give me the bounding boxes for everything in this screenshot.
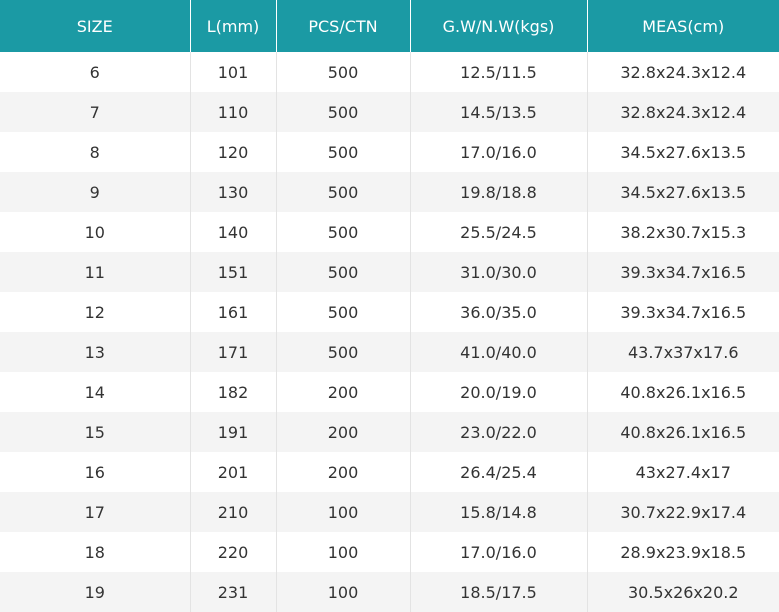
cell-weight: 14.5/13.5 <box>410 92 588 132</box>
cell-measurement: 39.3x34.7x16.5 <box>587 292 779 332</box>
cell-size: 10 <box>0 212 191 252</box>
cell-length: 130 <box>190 172 277 212</box>
cell-size: 9 <box>0 172 191 212</box>
table-row: 8 120 500 17.0/16.0 34.5x27.6x13.5 <box>0 132 779 172</box>
cell-size: 19 <box>0 572 191 612</box>
cell-pcs-per-carton: 500 <box>276 292 411 332</box>
table-row: 13 171 500 41.0/40.0 43.7x37x17.6 <box>0 332 779 372</box>
cell-pcs-per-carton: 500 <box>276 252 411 292</box>
cell-length: 140 <box>190 212 277 252</box>
cell-size: 8 <box>0 132 191 172</box>
header-size: SIZE <box>0 0 191 52</box>
cell-measurement: 43.7x37x17.6 <box>587 332 779 372</box>
cell-length: 120 <box>190 132 277 172</box>
cell-length: 101 <box>190 52 277 92</box>
cell-pcs-per-carton: 500 <box>276 132 411 172</box>
table-row: 16 201 200 26.4/25.4 43x27.4x17 <box>0 452 779 492</box>
cell-weight: 18.5/17.5 <box>410 572 588 612</box>
cell-length: 201 <box>190 452 277 492</box>
table-row: 12 161 500 36.0/35.0 39.3x34.7x16.5 <box>0 292 779 332</box>
cell-measurement: 40.8x26.1x16.5 <box>587 412 779 452</box>
cell-measurement: 34.5x27.6x13.5 <box>587 172 779 212</box>
cell-weight: 36.0/35.0 <box>410 292 588 332</box>
table-body: 6 101 500 12.5/11.5 32.8x24.3x12.4 7 110 500 14.… <box>0 52 779 612</box>
cell-pcs-per-carton: 500 <box>276 52 411 92</box>
table-row: 6 101 500 12.5/11.5 32.8x24.3x12.4 <box>0 52 779 92</box>
table-row: 14 182 200 20.0/19.0 40.8x26.1x16.5 <box>0 372 779 412</box>
header-weight: G.W/N.W(kgs) <box>410 0 588 52</box>
cell-weight: 19.8/18.8 <box>410 172 588 212</box>
cell-measurement: 32.8x24.3x12.4 <box>587 92 779 132</box>
cell-length: 110 <box>190 92 277 132</box>
table-row: 10 140 500 25.5/24.5 38.2x30.7x15.3 <box>0 212 779 252</box>
cell-measurement: 30.5x26x20.2 <box>587 572 779 612</box>
cell-pcs-per-carton: 100 <box>276 492 411 532</box>
cell-length: 182 <box>190 372 277 412</box>
cell-length: 220 <box>190 532 277 572</box>
table-row: 9 130 500 19.8/18.8 34.5x27.6x13.5 <box>0 172 779 212</box>
cell-length: 231 <box>190 572 277 612</box>
cell-pcs-per-carton: 100 <box>276 532 411 572</box>
cell-size: 17 <box>0 492 191 532</box>
table-row: 15 191 200 23.0/22.0 40.8x26.1x16.5 <box>0 412 779 452</box>
cell-weight: 26.4/25.4 <box>410 452 588 492</box>
cell-pcs-per-carton: 100 <box>276 572 411 612</box>
cell-pcs-per-carton: 200 <box>276 372 411 412</box>
cell-measurement: 32.8x24.3x12.4 <box>587 52 779 92</box>
cell-pcs-per-carton: 200 <box>276 452 411 492</box>
cell-length: 210 <box>190 492 277 532</box>
cell-length: 171 <box>190 332 277 372</box>
cell-weight: 41.0/40.0 <box>410 332 588 372</box>
cell-weight: 12.5/11.5 <box>410 52 588 92</box>
cell-pcs-per-carton: 500 <box>276 172 411 212</box>
cell-measurement: 39.3x34.7x16.5 <box>587 252 779 292</box>
table-row: 18 220 100 17.0/16.0 28.9x23.9x18.5 <box>0 532 779 572</box>
header-length: L(mm) <box>190 0 277 52</box>
header-pcs-per-carton: PCS/CTN <box>276 0 411 52</box>
table-row: 11 151 500 31.0/30.0 39.3x34.7x16.5 <box>0 252 779 292</box>
header-measurement: MEAS(cm) <box>587 0 779 52</box>
cell-size: 16 <box>0 452 191 492</box>
cell-pcs-per-carton: 500 <box>276 212 411 252</box>
cell-weight: 17.0/16.0 <box>410 532 588 572</box>
cell-weight: 31.0/30.0 <box>410 252 588 292</box>
table-row: 17 210 100 15.8/14.8 30.7x22.9x17.4 <box>0 492 779 532</box>
cell-length: 151 <box>190 252 277 292</box>
cell-size: 15 <box>0 412 191 452</box>
cell-length: 161 <box>190 292 277 332</box>
table-row: 7 110 500 14.5/13.5 32.8x24.3x12.4 <box>0 92 779 132</box>
cell-weight: 20.0/19.0 <box>410 372 588 412</box>
cell-size: 11 <box>0 252 191 292</box>
cell-measurement: 30.7x22.9x17.4 <box>587 492 779 532</box>
header-row: SIZE L(mm) PCS/CTN G.W/N.W(kgs) MEAS(cm) <box>0 0 779 52</box>
cell-pcs-per-carton: 500 <box>276 92 411 132</box>
cell-weight: 23.0/22.0 <box>410 412 588 452</box>
cell-size: 18 <box>0 532 191 572</box>
cell-measurement: 38.2x30.7x15.3 <box>587 212 779 252</box>
cell-weight: 25.5/24.5 <box>410 212 588 252</box>
cell-measurement: 28.9x23.9x18.5 <box>587 532 779 572</box>
table-row: 19 231 100 18.5/17.5 30.5x26x20.2 <box>0 572 779 612</box>
cell-weight: 17.0/16.0 <box>410 132 588 172</box>
cell-size: 14 <box>0 372 191 412</box>
cell-size: 6 <box>0 52 191 92</box>
cell-measurement: 43x27.4x17 <box>587 452 779 492</box>
cell-weight: 15.8/14.8 <box>410 492 588 532</box>
cell-measurement: 34.5x27.6x13.5 <box>587 132 779 172</box>
cell-size: 7 <box>0 92 191 132</box>
spec-table: SIZE L(mm) PCS/CTN G.W/N.W(kgs) MEAS(cm)… <box>0 0 779 612</box>
cell-length: 191 <box>190 412 277 452</box>
cell-pcs-per-carton: 200 <box>276 412 411 452</box>
cell-size: 12 <box>0 292 191 332</box>
cell-measurement: 40.8x26.1x16.5 <box>587 372 779 412</box>
cell-size: 13 <box>0 332 191 372</box>
cell-pcs-per-carton: 500 <box>276 332 411 372</box>
